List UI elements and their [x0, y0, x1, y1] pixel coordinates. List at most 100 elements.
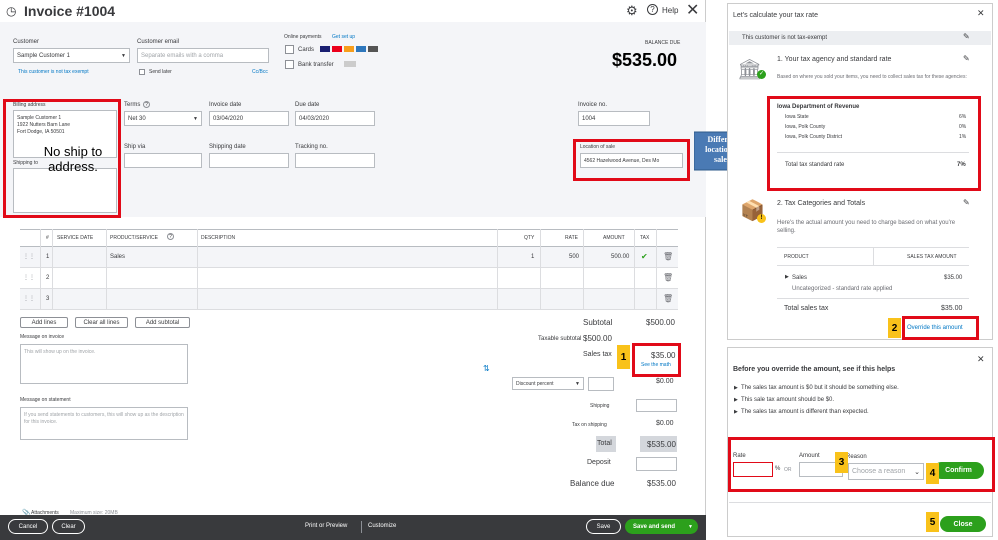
- trash-icon[interactable]: 🗑: [663, 252, 673, 261]
- add-lines-button[interactable]: Add lines: [20, 317, 68, 328]
- help-item[interactable]: This sale tax amount should be $0.: [741, 397, 834, 403]
- customer-label: Customer: [13, 39, 40, 45]
- balance-due-label: BALANCE DUE: [645, 40, 681, 46]
- section2-title: 2. Tax Categories and Totals: [777, 200, 866, 207]
- total-divider: [777, 298, 969, 299]
- invoice-no-input[interactable]: 1004: [578, 111, 650, 126]
- edit-icon[interactable]: ✎: [963, 198, 970, 207]
- help-item[interactable]: The sales tax amount is different than e…: [741, 409, 869, 415]
- total-label: Total: [597, 440, 612, 447]
- col-divider: [197, 229, 198, 310]
- table-row[interactable]: [20, 268, 678, 289]
- gear-icon[interactable]: ⚙: [626, 3, 638, 19]
- taxable-subtotal-label: Taxable subtotal: [538, 336, 582, 342]
- drag-handle-icon[interactable]: ⋮⋮: [23, 253, 35, 260]
- terms-select[interactable]: Net 30 ▼: [124, 111, 202, 126]
- subtotal-value: $500.00: [646, 318, 675, 327]
- col-divider: [583, 229, 584, 310]
- col-amount: AMOUNT: [603, 235, 625, 241]
- footer-divider: [361, 521, 362, 533]
- col-divider: [873, 247, 874, 266]
- edit-icon[interactable]: ✎: [963, 32, 970, 41]
- email-input[interactable]: Separate emails with a comma: [137, 48, 269, 63]
- total-sales-tax-label: Total sales tax: [784, 305, 829, 312]
- deposit-input[interactable]: [636, 457, 677, 471]
- col-divider: [634, 229, 635, 310]
- get-set-up-link[interactable]: Get set up: [332, 34, 355, 40]
- help-item[interactable]: The sales tax amount is $0 but it should…: [741, 385, 899, 391]
- message-invoice-input[interactable]: This will show up on the invoice.: [20, 344, 188, 384]
- discount-select[interactable]: Discount percent ▼: [512, 377, 584, 390]
- balance-due-amount: $535.00: [612, 50, 678, 70]
- row-qty: 1: [531, 254, 535, 260]
- trash-icon[interactable]: 🗑: [663, 294, 673, 303]
- cards-checkbox[interactable]: [285, 45, 294, 54]
- cc-bcc-link[interactable]: Cc/Bcc: [252, 69, 268, 75]
- bank-transfer-label: Bank transfer: [298, 62, 334, 68]
- close-button[interactable]: Close: [940, 516, 986, 532]
- col-divider: [106, 229, 107, 310]
- customize-button[interactable]: Customize: [368, 523, 396, 529]
- save-and-send-label: Save and send: [633, 523, 676, 530]
- send-later-checkbox[interactable]: [139, 69, 145, 75]
- drag-handle-icon[interactable]: ⋮⋮: [23, 295, 35, 302]
- chevron-right-icon[interactable]: ▶: [785, 274, 789, 280]
- drag-handle-icon[interactable]: ⋮⋮: [23, 274, 35, 281]
- discount-input[interactable]: [588, 377, 614, 391]
- save-and-send-button[interactable]: Save and send ▼: [625, 519, 698, 534]
- help-label[interactable]: Help: [662, 6, 678, 15]
- discount-value: $0.00: [656, 378, 674, 385]
- table-row[interactable]: [20, 289, 678, 310]
- due-date-input[interactable]: 04/03/2020: [295, 111, 375, 126]
- tax-agency-highlight: [767, 96, 981, 191]
- chevron-down-icon: ▼: [575, 380, 580, 387]
- swap-icon[interactable]: ⇅: [483, 364, 490, 373]
- print-preview-button[interactable]: Print or Preview: [305, 523, 347, 529]
- help-icon[interactable]: ?: [647, 4, 658, 15]
- row-rate: 500: [569, 254, 580, 260]
- add-subtotal-button[interactable]: Add subtotal: [135, 317, 190, 328]
- shipping-date-input[interactable]: [209, 153, 289, 168]
- not-exempt-text: This customer is not tax-exempt: [742, 35, 828, 41]
- shipping-input[interactable]: [636, 399, 677, 412]
- edit-icon[interactable]: ✎: [963, 54, 970, 63]
- subtotal-label: Subtotal: [583, 318, 613, 327]
- terms-help-icon: ?: [143, 101, 150, 108]
- invoice-date-input[interactable]: 03/04/2020: [209, 111, 289, 126]
- save-button[interactable]: Save: [586, 519, 621, 534]
- bank-transfer-checkbox[interactable]: [285, 60, 294, 69]
- override-highlight: [902, 316, 979, 340]
- chevron-down-icon[interactable]: ▼: [688, 524, 693, 530]
- product-name: Sales: [792, 275, 808, 281]
- due-date-label: Due date: [295, 102, 320, 108]
- tracking-no-input[interactable]: [295, 153, 375, 168]
- taxable-subtotal-value: $500.00: [583, 334, 612, 343]
- customer-select[interactable]: Sample Customer 1 ▼: [13, 48, 130, 63]
- clear-all-lines-button[interactable]: Clear all lines: [75, 317, 128, 328]
- history-icon[interactable]: ◷: [6, 4, 16, 18]
- tax-panel-title: Let's calculate your tax rate: [733, 12, 818, 19]
- invoice-date-label: Invoice date: [209, 102, 242, 108]
- col-divider: [40, 229, 41, 310]
- clear-button[interactable]: Clear: [52, 519, 85, 534]
- close-icon[interactable]: ✕: [686, 0, 699, 20]
- online-payments-label: Online payments: [284, 34, 322, 40]
- close-icon[interactable]: ✕: [977, 354, 985, 365]
- chevron-down-icon: ▼: [193, 115, 198, 122]
- close-icon[interactable]: ✕: [977, 8, 985, 19]
- balance-due-row-label: Balance due: [570, 479, 615, 488]
- ship-via-input[interactable]: [124, 153, 202, 168]
- trash-icon[interactable]: 🗑: [663, 273, 673, 282]
- row-amount: 500.00: [611, 254, 630, 260]
- billing-highlight: [3, 99, 121, 218]
- col-divider: [497, 229, 498, 310]
- tax-exempt-link[interactable]: This customer is not tax exempt: [18, 69, 89, 75]
- cancel-button[interactable]: Cancel: [8, 519, 48, 534]
- check-icon[interactable]: ✔: [641, 252, 648, 261]
- message-statement-input[interactable]: If you send statements to customers, thi…: [20, 407, 188, 440]
- message-invoice-label: Message on invoice: [20, 334, 65, 340]
- badge-1: 1: [617, 345, 630, 369]
- tracking-no-label: Tracking no.: [295, 144, 328, 150]
- section2-desc: Here's the actual amount you need to cha…: [777, 220, 956, 234]
- row-num: 2: [46, 275, 50, 281]
